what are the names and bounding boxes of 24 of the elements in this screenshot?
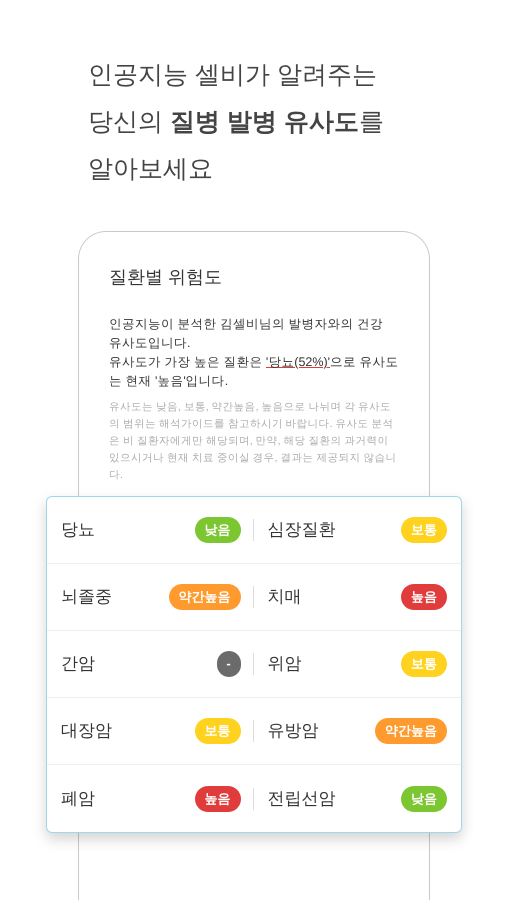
risk-badge: 보통	[194, 718, 240, 744]
risk-badge: 높음	[401, 584, 447, 610]
disease-name: 치매	[268, 586, 302, 608]
disease-name: 심장질환	[268, 519, 336, 542]
disease-name: 폐암	[61, 788, 95, 810]
headline: 인공지능 셀비가 알려주는 당신의 질병 발병 유사도를 알아보세요	[88, 60, 385, 185]
risk-badge: 높음	[194, 786, 240, 812]
risk-badge: 낮음	[401, 786, 447, 812]
risk-badge: 약간높음	[375, 718, 447, 744]
risk-badge: -	[216, 651, 240, 677]
disease-name: 간암	[61, 653, 95, 676]
risk-badge: 보통	[401, 517, 447, 543]
note-text: 유사도는 낮음, 보통, 약간높음, 높음으로 나뉘며 각 유사도의 범위는 해석가이드를 참고하시기 바랍니다. 유사도 분석은 비 질환자에게만 해당되며, 만약, 해당 질환의 과거력이 있으시거나 현재 치료 중이실 경우, 결과는 제공되지 않습니다.	[109, 400, 398, 483]
disease-name: 위암	[268, 653, 302, 676]
risk-badge: 낮음	[194, 517, 240, 543]
disease-name: 전립선암	[268, 788, 336, 810]
risk-badge: 보통	[401, 651, 447, 677]
disease-name: 당뇨	[61, 519, 95, 542]
risk-badge: 약간높음	[168, 584, 240, 610]
disease-name: 유방암	[268, 720, 318, 742]
summary-text: 인공지능이 분석한 김셀비님의 발병자와의 건강 유사도입니다. 유사도가 가장 높은 질환은 '당뇨(52%)'으로 유사도는 현재 '높음'입니다.	[109, 316, 399, 390]
disease-name: 뇌졸중	[61, 586, 112, 608]
card-title: 질환별 위험도	[109, 266, 224, 289]
disease-name: 대장암	[61, 720, 112, 742]
